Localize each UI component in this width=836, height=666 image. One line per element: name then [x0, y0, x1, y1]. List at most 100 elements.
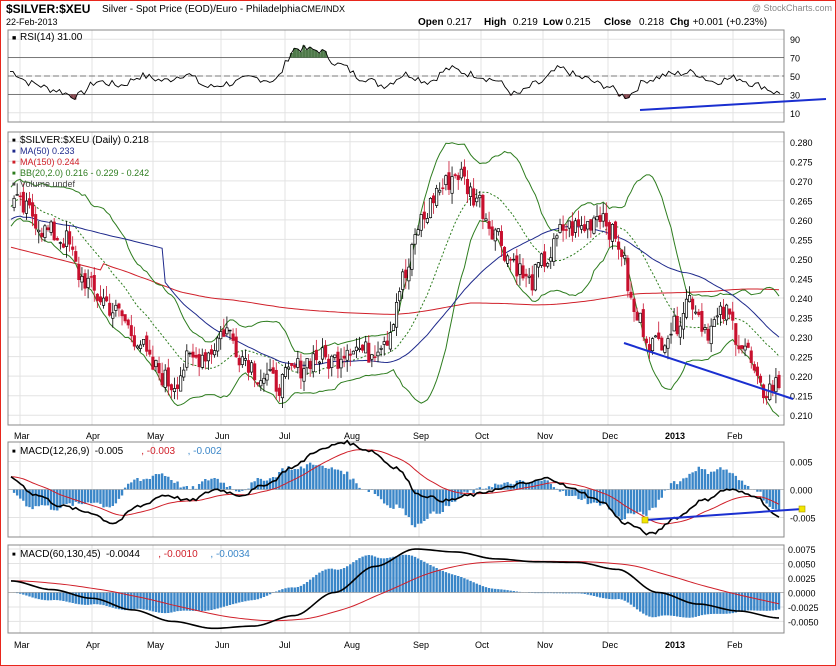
candle-body [280, 374, 284, 399]
candle-body [728, 308, 732, 315]
ohlc-value: +0.001 (+0.23%) [693, 17, 768, 28]
candle-body [336, 351, 340, 369]
candle-body [678, 325, 682, 338]
macd-tick-label: 0.000 [790, 486, 813, 496]
candle-body [657, 332, 661, 339]
month-label-bottom: Apr [86, 640, 100, 650]
price-legend-icon: ■ [12, 138, 16, 144]
price-tick-label: 0.265 [790, 196, 813, 206]
candle-body [382, 341, 386, 345]
price-legend-icon: ■ [12, 149, 16, 155]
candle-body [92, 275, 96, 291]
ohlc-value: 0.217 [447, 17, 472, 28]
candle-body [206, 352, 210, 362]
candle-body [194, 354, 198, 358]
candle-body [684, 298, 689, 318]
macd-tick-label: -0.0025 [788, 603, 819, 613]
candle-body [209, 349, 214, 355]
candle-body [709, 325, 713, 345]
candle-body [354, 346, 358, 351]
candle-body [425, 218, 429, 223]
macd-legend-icon: ■ [12, 552, 16, 558]
candle-body [595, 216, 599, 221]
candle-body [296, 358, 300, 368]
price-tick-label: 0.255 [790, 235, 813, 245]
month-label-bottom: 2013 [665, 640, 685, 650]
month-label-bottom: Sep [413, 640, 429, 650]
candle-body [672, 315, 676, 332]
candle-body [182, 369, 186, 378]
candle-body [271, 367, 275, 374]
candle-body [185, 350, 189, 368]
candle-body [361, 344, 365, 351]
candle-body [650, 338, 655, 352]
candle-body [506, 255, 510, 264]
rsi-legend-icon: ■ [12, 35, 16, 42]
price-tick-label: 0.225 [790, 353, 813, 363]
candle-body [543, 251, 547, 267]
candle-body [536, 262, 540, 268]
candle-body [311, 353, 315, 373]
candle-body [444, 175, 448, 186]
candle-body [31, 202, 35, 217]
candle-body [391, 324, 396, 331]
candle-body [734, 323, 738, 345]
candle-body [629, 291, 633, 298]
candle-body [490, 226, 494, 240]
price-tick-label: 0.220 [790, 372, 813, 382]
candle-body [203, 352, 207, 362]
candle-body [586, 221, 590, 230]
candle-body [370, 354, 374, 360]
candle-body [314, 349, 318, 361]
candle-body [302, 368, 306, 382]
candle-body [293, 364, 297, 368]
candle-body [410, 244, 414, 270]
candle-body [256, 382, 260, 385]
candle-body [68, 231, 72, 245]
chart-date: 22-Feb-2013 [6, 17, 58, 27]
macd-legend-label: MACD(60,130,45) [20, 549, 101, 560]
candle-body [413, 234, 417, 245]
candle-body [576, 219, 581, 227]
candle-body [691, 298, 695, 310]
candle-body [80, 276, 84, 283]
candle-body [373, 356, 377, 358]
price-tick-label: 0.230 [790, 333, 813, 343]
candle-body [117, 303, 121, 309]
candle-body [613, 221, 618, 239]
candle-body [77, 263, 81, 280]
candle-body [83, 273, 87, 289]
rsi-legend: RSI(14) 31.00 [20, 32, 83, 43]
candle-body [527, 275, 531, 278]
candle-body [777, 374, 781, 389]
candle-body [274, 369, 278, 392]
candle-body [89, 276, 93, 278]
candle-body [172, 388, 177, 392]
candle-body [441, 187, 445, 190]
macd-histogram [12, 554, 781, 618]
candle-body [364, 341, 368, 354]
candle-body [638, 312, 642, 323]
candle-body [459, 168, 463, 179]
candle-body [120, 310, 124, 317]
candle-body [539, 253, 544, 266]
candle-body [737, 345, 741, 350]
candle-body [265, 373, 269, 381]
candle-body [428, 197, 433, 219]
price-legend-entry: MA(50) 0.233 [20, 146, 75, 156]
candle-body [475, 197, 479, 203]
candle-body [675, 315, 679, 335]
candle-body [583, 224, 587, 232]
macd-tick-label: 0.0075 [788, 545, 816, 555]
month-label-bottom: Jun [215, 640, 230, 650]
macd-tick-label: -0.0050 [788, 617, 819, 627]
candle-body [607, 222, 611, 240]
macd-trendline [644, 508, 803, 521]
candle-body [15, 194, 19, 196]
candle-body [105, 296, 109, 302]
candle-body [367, 342, 371, 363]
candle-body [725, 304, 729, 321]
exchange-label: CME/INDX [301, 4, 345, 14]
candle-body [157, 363, 161, 374]
candle-body [660, 337, 664, 351]
